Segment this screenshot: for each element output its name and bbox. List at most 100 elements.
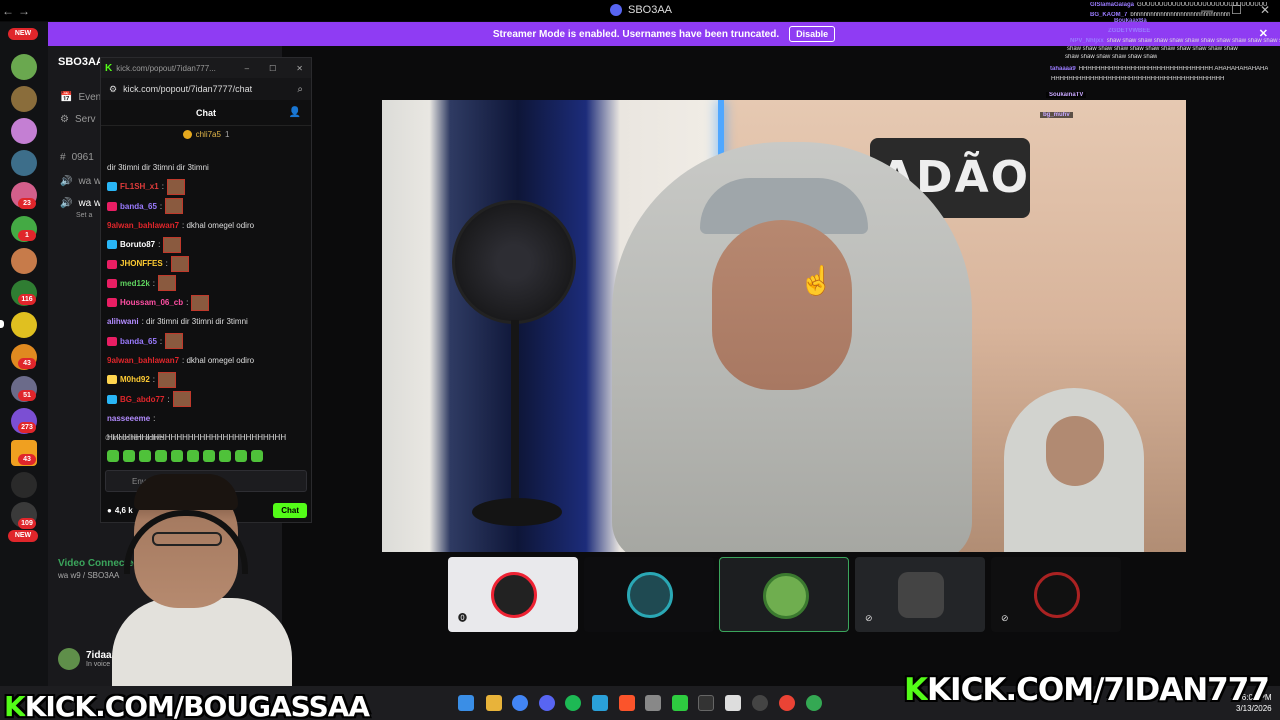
popout-titlebar: K kick.com/popout/7idan777... – ☐ ✕	[101, 58, 311, 78]
avatar	[763, 573, 809, 619]
chrome-icon-3[interactable]	[806, 695, 822, 711]
hand-cursor-icon: ☝	[799, 265, 834, 296]
chat-message: dir 3timni dir 3timni dir 3timni	[107, 158, 305, 177]
arrow-left-icon[interactable]: ←	[0, 4, 16, 18]
chat-text: :	[167, 394, 170, 404]
server-icon[interactable]	[11, 54, 37, 80]
chat-text: :	[186, 298, 189, 308]
ticker-line: BoukaaxBa	[1114, 18, 1147, 24]
chat-message: banda_65:	[107, 332, 305, 351]
participant-tile[interactable]	[719, 557, 849, 632]
sub-badge-icon	[107, 259, 117, 269]
participant-tile[interactable]: ⊘	[991, 557, 1121, 632]
participant-tile[interactable]: ⊘	[855, 557, 985, 632]
site-settings-icon[interactable]: ⚙	[109, 84, 117, 95]
emote-icon[interactable]	[171, 450, 183, 462]
play-icon[interactable]	[672, 695, 688, 711]
chat-username[interactable]: med12k	[120, 274, 150, 293]
kick-url-right: KKICK.COM/7IDAN777	[904, 672, 1270, 708]
arrow-right-icon[interactable]: →	[16, 4, 32, 18]
windows-start-icon[interactable]	[458, 695, 474, 711]
emote-icon[interactable]	[123, 450, 135, 462]
pinned-gifter[interactable]: chli7a5 1	[101, 126, 311, 142]
emote-icon	[170, 256, 189, 273]
ticker-username: GlSlamaGalaga	[1090, 2, 1135, 8]
unread-count: 116	[18, 294, 36, 305]
channel-item[interactable]: 📅 Even	[60, 92, 101, 103]
notes-icon[interactable]	[725, 695, 741, 711]
voice-channel-item-active[interactable]: 🔊 wa w	[60, 198, 101, 209]
brave-icon[interactable]	[619, 695, 635, 711]
channel-item[interactable]: ⚙ Serv	[60, 114, 96, 125]
participant-tiles: ⓿ ⊘ ⊘	[448, 557, 1128, 632]
pip-face	[1046, 416, 1104, 486]
banner-text: Streamer Mode is enabled. Usernames have…	[492, 28, 780, 40]
ticker-line: HHHHHHHHHHHHHHHHHHHHHHHHHHHHHHHHHHHHHHHH	[1048, 76, 1224, 82]
spotify-icon[interactable]	[565, 695, 581, 711]
chat-message: BG_abdo77:	[107, 390, 305, 409]
server-icon[interactable]	[11, 86, 37, 112]
sub-badge-icon	[107, 298, 117, 308]
main-video-stream[interactable]: ADÃO ☝	[382, 100, 1186, 552]
obs-icon[interactable]	[752, 695, 768, 711]
chat-username[interactable]: nasseeeme	[107, 409, 150, 428]
emote-icon	[163, 236, 182, 253]
participant-tile[interactable]: ⓿	[448, 557, 578, 632]
emote-icon[interactable]	[187, 450, 199, 462]
chat-message: Boruto87:	[107, 235, 305, 254]
chat-username[interactable]: 9alwan_bahlawan7	[107, 216, 179, 235]
chat-username[interactable]: banda_65	[120, 197, 157, 216]
chat-username[interactable]: Boruto87	[120, 235, 155, 254]
file-explorer-icon[interactable]	[486, 695, 502, 711]
chat-username[interactable]: BG_abdo77	[120, 390, 164, 409]
telegram-icon[interactable]	[592, 695, 608, 711]
participant-tile[interactable]	[584, 557, 714, 632]
emote-icon[interactable]	[107, 450, 119, 462]
emote-icon	[165, 333, 184, 350]
chat-username[interactable]: JHONFFES	[120, 254, 163, 273]
sub-badge-icon	[107, 394, 117, 404]
chat-username[interactable]: Houssam_06_cb	[120, 293, 183, 312]
server-name[interactable]: SBO3AA	[58, 56, 104, 68]
discord-icon[interactable]	[539, 695, 555, 711]
emote-icon	[165, 198, 184, 215]
streamer-webcam	[112, 470, 292, 688]
server-icon[interactable]	[11, 118, 37, 144]
close-button[interactable]: ✕	[296, 64, 303, 73]
chrome-icon-2[interactable]	[779, 695, 795, 711]
emote-icon[interactable]	[139, 450, 151, 462]
minimize-button[interactable]: –	[245, 64, 249, 73]
chat-username[interactable]: alihwani	[107, 312, 139, 331]
server-icon[interactable]	[11, 150, 37, 176]
avatar	[1034, 572, 1080, 618]
url-bar[interactable]: ⚙ kick.com/popout/7idan7777/chat ⌕	[101, 78, 311, 100]
emote-icon[interactable]	[251, 450, 263, 462]
ticker-line: bg_muhv	[1040, 112, 1073, 118]
server-icon[interactable]	[11, 312, 37, 338]
maximize-button[interactable]: ☐	[269, 64, 276, 73]
ticker-line: ZGDETVWBEE	[1108, 28, 1150, 34]
search-icon[interactable]: ⌕	[297, 84, 303, 95]
unread-count: 109	[18, 518, 36, 529]
emote-icon[interactable]	[203, 450, 215, 462]
emote-icon[interactable]	[155, 450, 167, 462]
chat-username[interactable]: banda_65	[120, 332, 157, 351]
chrome-icon[interactable]	[512, 695, 528, 711]
chat-username[interactable]: M0hd92	[120, 370, 150, 389]
server-rail: NEW 23 1 116 43 51 273 43 109 NEW	[0, 22, 48, 686]
server-icon[interactable]	[11, 472, 37, 498]
emote-icon[interactable]	[235, 450, 247, 462]
settings-icon[interactable]	[645, 695, 661, 711]
ticker-text: HHHHHHHHHHHHHHHHHHHHHHHHHHHHHHH AHAHAHAH…	[1078, 66, 1269, 72]
emote-icon	[158, 371, 177, 388]
chat-username[interactable]: 9alwan_bahlawan7	[107, 351, 179, 370]
unread-count: 1	[18, 230, 36, 241]
channel-item[interactable]: #0961	[60, 152, 94, 163]
emote-icon[interactable]	[219, 450, 231, 462]
chat-username[interactable]: FL1SH_x1	[120, 177, 159, 196]
terminal-icon[interactable]	[698, 695, 714, 711]
voice-channel-item[interactable]: 🔊 wa w	[60, 176, 101, 187]
server-icon[interactable]	[11, 248, 37, 274]
users-icon[interactable]: 👤	[289, 107, 301, 118]
disable-button[interactable]: Disable	[789, 26, 836, 42]
